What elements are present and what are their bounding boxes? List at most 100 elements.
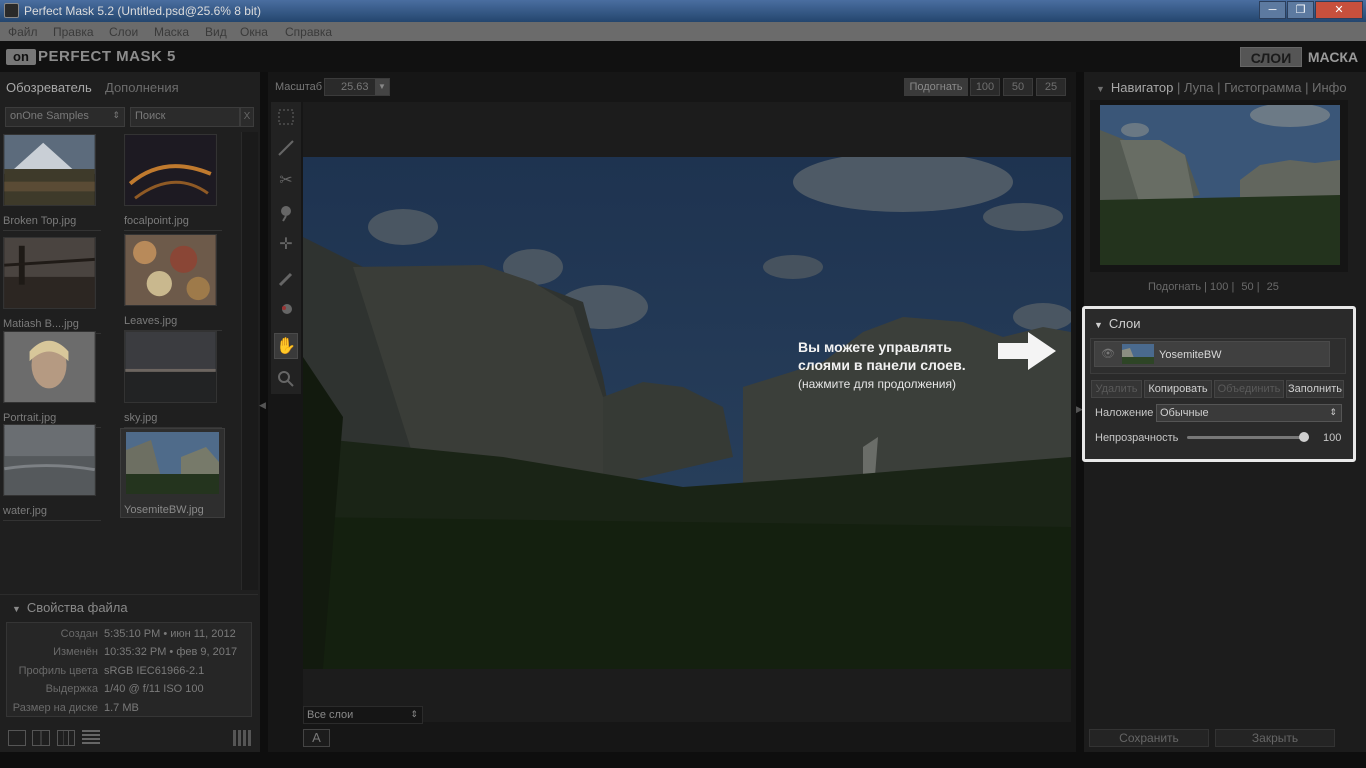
tab-loupe[interactable]: Лупа	[1184, 80, 1213, 95]
close-window-button[interactable]: ✕	[1315, 1, 1363, 19]
file-properties-header[interactable]: ▼ Свойства файла	[12, 600, 128, 615]
property-row: Выдержка 1/40 @ f/11 ISO 100	[7, 683, 253, 701]
delete-layer-button[interactable]: Удалить	[1091, 380, 1142, 398]
menu-layers[interactable]: Слои	[109, 25, 138, 39]
marquee-tool-icon[interactable]	[274, 104, 298, 130]
fill-layer-button[interactable]: Заполнить	[1286, 380, 1344, 398]
close-button[interactable]: Закрыть	[1215, 729, 1335, 747]
blend-mode-select[interactable]: Обычные ⇕	[1156, 404, 1342, 422]
search-placeholder: Поиск	[135, 110, 166, 122]
auto-button[interactable]: A	[303, 729, 330, 747]
pen-tool-icon[interactable]	[274, 135, 298, 161]
thumbnail-item-selected[interactable]: YosemiteBW.jpg	[120, 428, 225, 518]
thumbnail-item[interactable]: focalpoint.jpg	[124, 134, 222, 231]
menu-edit[interactable]: Правка	[53, 25, 94, 39]
thumbnail-item[interactable]: Leaves.jpg	[124, 234, 222, 331]
zoom-25-button[interactable]: 25	[1036, 78, 1066, 96]
minimize-button[interactable]: ─	[1259, 1, 1286, 19]
collapse-left-arrow-icon[interactable]: ◀	[259, 400, 267, 430]
nav-25-link[interactable]: 25	[1267, 281, 1279, 293]
tab-navigator[interactable]: Навигатор	[1111, 80, 1173, 95]
split-view-icon[interactable]	[32, 730, 50, 746]
menu-mask[interactable]: Маска	[154, 25, 189, 39]
browser-scrollbar[interactable]	[241, 132, 258, 590]
nav-50-link[interactable]: 50	[1241, 281, 1253, 293]
grid-view-icon[interactable]	[57, 730, 75, 746]
thumbnail-item[interactable]: Portrait.jpg	[3, 331, 101, 428]
menu-help[interactable]: Справка	[285, 25, 332, 39]
zoom-select[interactable]: 25.63 ▼	[324, 78, 390, 96]
thumbnail-item[interactable]: Broken Top.jpg	[3, 134, 101, 231]
nav-100-link[interactable]: 100	[1210, 281, 1228, 293]
dropdown-arrow-icon: ▼	[375, 79, 389, 95]
maximize-button[interactable]: ❐	[1287, 1, 1314, 19]
property-row: Профиль цвета sRGB IEC61966-2.1	[7, 665, 253, 683]
navigator-image	[1100, 105, 1340, 265]
tab-histogram[interactable]: Гистограмма	[1224, 80, 1301, 95]
property-row: Размер на диске 1.7 MB	[7, 702, 253, 720]
menu-windows[interactable]: Окна	[240, 25, 268, 39]
thumbnail-label: Broken Top.jpg	[3, 215, 101, 231]
thumbnail-label: focalpoint.jpg	[124, 215, 222, 231]
layers-view-select[interactable]: Все слои ⇕	[303, 706, 423, 724]
tutorial-callout-text[interactable]: Вы можете управлять слоями в панели слое…	[798, 338, 966, 374]
zoom-tool-icon[interactable]	[274, 366, 298, 392]
property-key: Выдержка	[45, 683, 98, 695]
color-picker-tool-icon[interactable]	[274, 200, 298, 226]
app-name: PERFECT MASK 5	[38, 48, 176, 65]
brand-bar	[0, 41, 1366, 72]
layer-row[interactable]: 👁 YosemiteBW	[1094, 341, 1330, 367]
thumbnail-item[interactable]: sky.jpg	[124, 331, 222, 428]
nav-fit-link[interactable]: Подогнать	[1148, 281, 1201, 293]
scissors-tool-icon[interactable]: ✂	[274, 168, 298, 194]
hand-tool-icon[interactable]: ✋	[274, 333, 298, 359]
mask-mode-button[interactable]: МАСКА	[1306, 47, 1360, 67]
blend-mode-label: Наложение	[1095, 407, 1154, 419]
magic-brush-tool-icon[interactable]	[274, 298, 298, 324]
callout-line-2: слоями в панели слоев.	[798, 357, 966, 373]
list-view-icon[interactable]	[82, 730, 100, 746]
opacity-slider-handle[interactable]	[1299, 432, 1309, 442]
callout-hint[interactable]: (нажмите для продолжения)	[798, 377, 956, 391]
zoom-100-button[interactable]: 100	[970, 78, 1000, 96]
tab-info[interactable]: Инфо	[1312, 80, 1346, 95]
search-clear-button[interactable]: X	[240, 107, 254, 127]
navigator-preview[interactable]	[1100, 105, 1340, 265]
layers-mode-button[interactable]: СЛОИ	[1240, 47, 1302, 67]
file-properties-panel: Создан 5:35:10 PM • июн 11, 2012 Изменён 1…	[6, 622, 252, 717]
opacity-slider-track[interactable]	[1187, 436, 1309, 439]
crosshair-tool-icon[interactable]: ✛	[274, 232, 298, 258]
thumbnail-label: YosemiteBW.jpg	[124, 504, 204, 516]
property-value: 1.7 MB	[104, 702, 139, 714]
main-canvas-image[interactable]	[303, 157, 1071, 669]
thumbnail-item[interactable]: Matiash B....jpg	[3, 237, 101, 334]
menu-view[interactable]: Вид	[205, 25, 227, 39]
thumbnail-image	[3, 331, 96, 403]
zoom-50-button[interactable]: 50	[1003, 78, 1033, 96]
thumbnail-label: water.jpg	[3, 505, 101, 521]
save-button[interactable]: Сохранить	[1089, 729, 1209, 747]
menu-file[interactable]: Файл	[8, 25, 38, 39]
tool-palette: ✂ ✛ ✋	[271, 102, 301, 394]
updown-arrows-icon: ⇕	[410, 709, 418, 719]
thumbnail-item[interactable]: water.jpg	[3, 424, 101, 521]
layers-panel-header[interactable]: ▼ Слои	[1094, 316, 1141, 331]
source-select[interactable]: onOne Samples ⇕	[5, 107, 125, 127]
collapse-triangle-icon: ▼	[12, 604, 21, 614]
single-view-icon[interactable]	[8, 730, 26, 746]
divider	[0, 594, 258, 595]
app-icon	[4, 3, 19, 18]
source-select-value: onOne Samples	[10, 110, 89, 122]
eye-visibility-icon[interactable]: 👁	[1101, 347, 1115, 360]
filmstrip-icon[interactable]	[233, 730, 251, 746]
search-input[interactable]: Поиск	[130, 107, 240, 127]
brush-tool-icon[interactable]	[274, 266, 298, 292]
merge-layers-button[interactable]: Объединить	[1214, 380, 1284, 398]
tab-browser[interactable]: Обозреватель	[6, 80, 92, 95]
copy-layer-button[interactable]: Копировать	[1144, 380, 1212, 398]
opacity-value: 100	[1323, 432, 1342, 444]
tab-extras[interactable]: Дополнения	[105, 80, 179, 95]
fit-button[interactable]: Подогнать	[904, 78, 968, 96]
property-row: Изменён 10:35:32 PM • фев 9, 2017	[7, 646, 253, 664]
thumbnail-label: sky.jpg	[124, 412, 222, 428]
